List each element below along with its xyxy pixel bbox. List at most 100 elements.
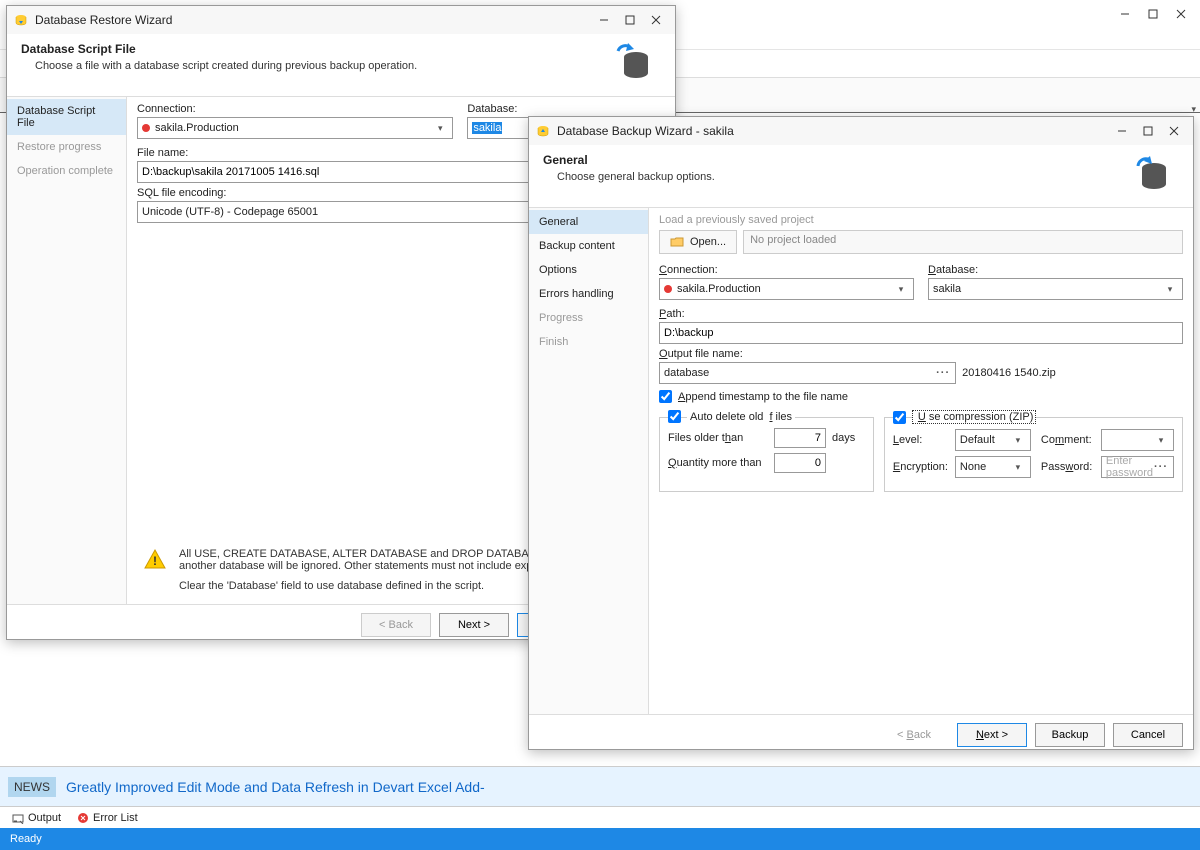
- auto-delete-checkbox[interactable]: [668, 410, 681, 423]
- output-tab-label: Output: [28, 812, 61, 824]
- status-text: Ready: [10, 833, 42, 845]
- backup-backup-button[interactable]: Backup: [1035, 723, 1105, 747]
- backup-path-input[interactable]: [659, 322, 1183, 344]
- news-badge: NEWS: [8, 777, 56, 797]
- backup-connection-label: Connection:: [659, 264, 914, 276]
- backup-panel: Load a previously saved project Open... …: [649, 208, 1193, 714]
- restore-header: Database Script File Choose a file with …: [7, 34, 675, 97]
- older-than-label: Files older than: [668, 432, 768, 444]
- output-icon: [12, 812, 24, 824]
- restore-titlebar[interactable]: Database Restore Wizard: [7, 6, 675, 34]
- backup-header-graphic: [1125, 153, 1173, 195]
- backup-footer: < Back Next > Backup Cancel: [529, 714, 1193, 754]
- encryption-combo[interactable]: None▾: [955, 456, 1031, 478]
- backup-header: General Choose general backup options.: [529, 145, 1193, 208]
- encryption-label: Encryption:: [893, 461, 949, 473]
- restore-back-button: < Back: [361, 613, 431, 637]
- backup-output-combo[interactable]: database ···: [659, 362, 956, 384]
- restore-connection-value: sakila.Production: [155, 122, 432, 134]
- backup-nav-options[interactable]: Options: [529, 258, 648, 282]
- backup-next-button[interactable]: Next >: [957, 723, 1027, 747]
- backup-database-value: sakila: [933, 283, 1162, 295]
- connection-status-icon: [142, 124, 150, 132]
- backup-maximize[interactable]: [1135, 121, 1161, 141]
- backup-nav-errors[interactable]: Errors handling: [529, 282, 648, 306]
- auto-delete-group: Auto delete old files Files older than d…: [659, 417, 874, 492]
- backup-nav-content[interactable]: Backup content: [529, 234, 648, 258]
- close-button[interactable]: [1168, 4, 1194, 24]
- error-icon: [77, 812, 89, 824]
- backup-close[interactable]: [1161, 121, 1187, 141]
- backup-nav-progress: Progress: [529, 306, 648, 330]
- minimize-button[interactable]: [1112, 4, 1138, 24]
- older-than-unit: days: [832, 432, 855, 444]
- error-list-tab-label: Error List: [93, 812, 138, 824]
- use-compression-checkbox[interactable]: [893, 411, 906, 424]
- backup-nav-general[interactable]: General: [529, 210, 648, 234]
- older-than-input[interactable]: [774, 428, 826, 448]
- error-list-tab[interactable]: Error List: [71, 810, 144, 826]
- comment-label: Comment:: [1041, 434, 1095, 446]
- restore-connection-label: Connection:: [137, 103, 453, 115]
- restore-next-button[interactable]: Next >: [439, 613, 509, 637]
- ellipsis-icon[interactable]: ···: [1153, 461, 1169, 473]
- backup-connection-value: sakila.Production: [677, 283, 893, 295]
- backup-output-value: database: [664, 367, 935, 379]
- password-input[interactable]: Enter password ···: [1101, 456, 1174, 478]
- open-project-label: Open...: [690, 236, 726, 248]
- level-label: Level:: [893, 434, 949, 446]
- backup-path-label: Path:: [659, 308, 1183, 320]
- restore-maximize[interactable]: [617, 10, 643, 30]
- use-compression-label: Use compression (ZIP): [912, 410, 1036, 424]
- restore-database-value: sakila: [472, 122, 502, 134]
- restore-database-label: Database:: [467, 103, 665, 115]
- connection-status-icon: [664, 285, 672, 293]
- compression-group: Use compression (ZIP) Level: Default▾ Co…: [884, 417, 1183, 492]
- restore-title: Database Restore Wizard: [35, 13, 591, 27]
- backup-output-label: Output file name:: [659, 348, 1183, 360]
- restore-icon: [13, 12, 29, 28]
- level-combo[interactable]: Default▾: [955, 429, 1031, 451]
- status-bar: Ready: [0, 828, 1200, 850]
- maximize-button[interactable]: [1140, 4, 1166, 24]
- comment-combo[interactable]: ▾: [1101, 429, 1174, 451]
- backup-back-button: < Back: [879, 723, 949, 747]
- backup-icon: [535, 123, 551, 139]
- project-loaded-display: No project loaded: [743, 230, 1183, 254]
- chevron-down-icon[interactable]: ▾: [432, 123, 448, 134]
- backup-connection-combo[interactable]: sakila.Production ▾: [659, 278, 914, 300]
- backup-nav-finish: Finish: [529, 330, 648, 354]
- backup-title: Database Backup Wizard - sakila: [557, 124, 1109, 138]
- backup-database-combo[interactable]: sakila ▾: [928, 278, 1183, 300]
- qty-label: Quantity more than: [668, 457, 768, 469]
- bottom-tabs: Output Error List: [0, 806, 1200, 828]
- backup-nav: General Backup content Options Errors ha…: [529, 208, 649, 714]
- chevron-down-icon[interactable]: ▾: [1162, 284, 1178, 295]
- backup-minimize[interactable]: [1109, 121, 1135, 141]
- restore-connection-combo[interactable]: sakila.Production ▾: [137, 117, 453, 139]
- warning-icon: !: [143, 548, 167, 572]
- open-project-button[interactable]: Open...: [659, 230, 737, 254]
- folder-open-icon: [670, 235, 684, 249]
- ellipsis-icon[interactable]: ···: [935, 367, 951, 379]
- svg-text:!: !: [153, 554, 157, 568]
- append-timestamp-checkbox[interactable]: [659, 390, 672, 403]
- chevron-down-icon[interactable]: ▾: [893, 284, 909, 295]
- restore-nav: Database Script File Restore progress Op…: [7, 97, 127, 604]
- news-headline-link[interactable]: Greatly Improved Edit Mode and Data Refr…: [66, 779, 485, 795]
- restore-nav-script-file[interactable]: Database Script File: [7, 99, 126, 135]
- restore-minimize[interactable]: [591, 10, 617, 30]
- append-timestamp-label: Append timestamp to the file name: [678, 391, 848, 403]
- output-tab[interactable]: Output: [6, 810, 67, 826]
- qty-input[interactable]: [774, 453, 826, 473]
- restore-close[interactable]: [643, 10, 669, 30]
- toolbar-overflow-arrow[interactable]: ▾: [1191, 104, 1196, 115]
- backup-titlebar[interactable]: Database Backup Wizard - sakila: [529, 117, 1193, 145]
- restore-header-title: Database Script File: [21, 42, 607, 56]
- restore-header-desc: Choose a file with a database script cre…: [21, 60, 607, 72]
- restore-header-graphic: [607, 42, 655, 84]
- backup-cancel-button[interactable]: Cancel: [1113, 723, 1183, 747]
- backup-database-label: Database:: [928, 264, 1183, 276]
- backup-wizard-window: Database Backup Wizard - sakila General …: [528, 116, 1194, 750]
- auto-delete-label: Auto delete old files: [687, 411, 795, 423]
